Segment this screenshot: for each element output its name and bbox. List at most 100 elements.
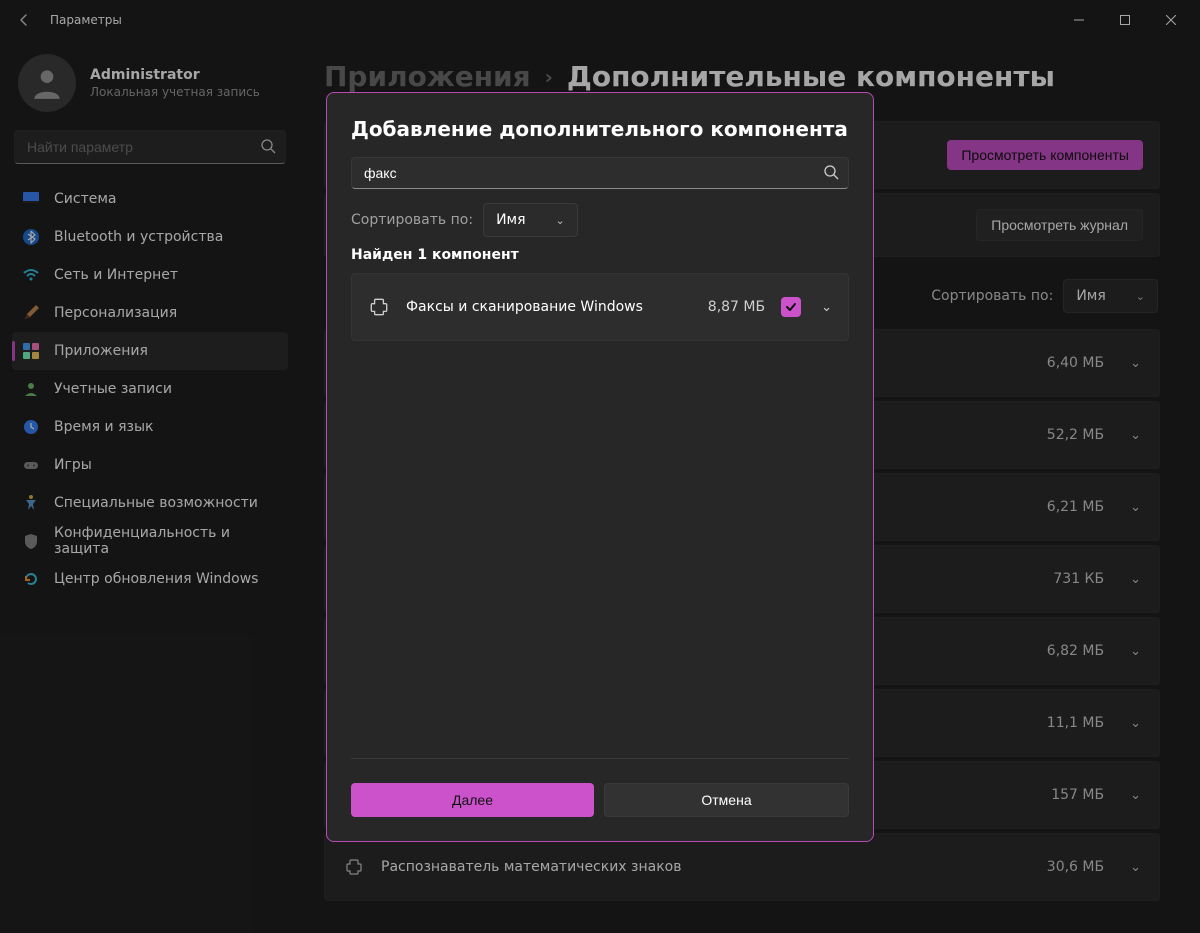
window-title: Параметры [50,13,122,27]
apps-icon [22,342,40,360]
sidebar-item-accessibility[interactable]: Специальные возможности [12,484,288,522]
sidebar-item-label: Персонализация [54,305,177,321]
profile[interactable]: Administrator Локальная учетная запись [12,50,288,130]
sidebar-item-label: Система [54,191,116,207]
sidebar-item-time[interactable]: Время и язык [12,408,288,446]
sidebar-item-label: Центр обновления Windows [54,571,258,587]
minimize-button[interactable] [1056,4,1102,36]
dialog-search [351,157,849,189]
wifi-icon [22,266,40,284]
dialog-sort-dropdown[interactable]: Имя ⌄ [483,203,578,237]
search-input[interactable] [14,130,286,164]
update-icon [22,570,40,588]
sidebar-item-network[interactable]: Сеть и Интернет [12,256,288,294]
sidebar-item-label: Время и язык [54,419,153,435]
feature-size: 30,6 МБ [1047,859,1104,875]
close-icon [1166,15,1176,25]
accessibility-icon [22,494,40,512]
checkbox-checked[interactable] [781,297,801,317]
chevron-down-icon: ⌄ [1130,788,1141,803]
sidebar-item-system[interactable]: Система [12,180,288,218]
feature-size: 6,40 МБ [1047,355,1104,371]
gamepad-icon [22,456,40,474]
sidebar-item-label: Приложения [54,343,148,359]
sidebar-nav: Система Bluetooth и устройства Сеть и Ин… [12,180,288,598]
feature-size: 52,2 МБ [1047,427,1104,443]
view-log-button[interactable]: Просмотреть журнал [976,209,1143,241]
sidebar-item-personalization[interactable]: Персонализация [12,294,288,332]
dialog-sort-value: Имя [496,212,525,228]
avatar [18,54,76,112]
sidebar-item-label: Игры [54,457,92,473]
maximize-icon [1120,15,1130,25]
feature-size: 731 КБ [1053,571,1104,587]
dialog-feature-item[interactable]: Факсы и сканирование Windows 8,87 МБ ⌄ [351,273,849,341]
window-controls [1056,4,1194,36]
chevron-right-icon: › [545,65,553,89]
arrow-left-icon [16,12,32,28]
chevron-down-icon: ⌄ [556,214,565,227]
chevron-down-icon: ⌄ [1130,356,1141,371]
minimize-icon [1074,15,1084,25]
sidebar-item-label: Конфиденциальность и защита [54,525,278,557]
chevron-down-icon: ⌄ [1130,860,1141,875]
sidebar-item-label: Сеть и Интернет [54,267,178,283]
puzzle-icon [368,296,390,318]
breadcrumb-current: Дополнительные компоненты [567,60,1055,93]
dialog-title: Добавление дополнительного компонента [351,117,849,141]
back-button[interactable] [6,2,42,38]
shield-icon [22,532,40,550]
chevron-down-icon[interactable]: ⌄ [821,300,832,315]
dialog-found-text: Найден 1 компонент [327,247,873,273]
sidebar-item-label: Bluetooth и устройства [54,229,223,245]
sidebar-item-label: Специальные возможности [54,495,258,511]
feature-size: 11,1 МБ [1047,715,1104,731]
puzzle-icon [343,856,365,878]
search-icon [260,138,276,154]
dialog-footer: Далее Отмена [327,759,873,841]
dialog-feature-name: Факсы и сканирование Windows [406,299,692,315]
feature-name: Распознаватель математических знаков [381,859,1031,875]
dialog-sort-label: Сортировать по: [351,212,473,228]
chevron-down-icon: ⌄ [1130,716,1141,731]
dialog-feature-size: 8,87 МБ [708,299,765,315]
dialog-search-input[interactable] [351,157,849,189]
next-button[interactable]: Далее [351,783,594,817]
sidebar-search [14,130,286,164]
sidebar-item-gaming[interactable]: Игры [12,446,288,484]
feature-item[interactable]: Распознаватель математических знаков 30,… [324,833,1160,901]
dialog-list: Факсы и сканирование Windows 8,87 МБ ⌄ [327,273,873,758]
maximize-button[interactable] [1102,4,1148,36]
person-icon [28,64,66,102]
chevron-down-icon: ⌄ [1130,500,1141,515]
sort-label: Сортировать по: [931,288,1053,304]
chevron-down-icon: ⌄ [1130,428,1141,443]
sort-value: Имя [1076,288,1105,304]
clock-icon [22,418,40,436]
check-icon [785,301,797,313]
sidebar-item-apps[interactable]: Приложения [12,332,288,370]
sidebar: Administrator Локальная учетная запись С… [0,40,300,933]
feature-size: 157 МБ [1051,787,1104,803]
person-icon [22,380,40,398]
breadcrumb-parent[interactable]: Приложения [324,60,531,93]
titlebar: Параметры [0,0,1200,40]
cancel-button[interactable]: Отмена [604,783,849,817]
view-components-button[interactable]: Просмотреть компоненты [947,140,1143,170]
close-button[interactable] [1148,4,1194,36]
sidebar-item-privacy[interactable]: Конфиденциальность и защита [12,522,288,560]
brush-icon [22,304,40,322]
feature-size: 6,21 МБ [1047,499,1104,515]
search-icon [823,164,839,180]
sidebar-item-label: Учетные записи [54,381,172,397]
chevron-down-icon: ⌄ [1136,290,1145,303]
chevron-down-icon: ⌄ [1130,572,1141,587]
display-icon [22,190,40,208]
sidebar-item-accounts[interactable]: Учетные записи [12,370,288,408]
profile-subtitle: Локальная учетная запись [90,85,260,99]
profile-name: Administrator [90,67,260,83]
sort-dropdown[interactable]: Имя ⌄ [1063,279,1158,313]
sidebar-item-bluetooth[interactable]: Bluetooth и устройства [12,218,288,256]
sidebar-item-update[interactable]: Центр обновления Windows [12,560,288,598]
chevron-down-icon: ⌄ [1130,644,1141,659]
